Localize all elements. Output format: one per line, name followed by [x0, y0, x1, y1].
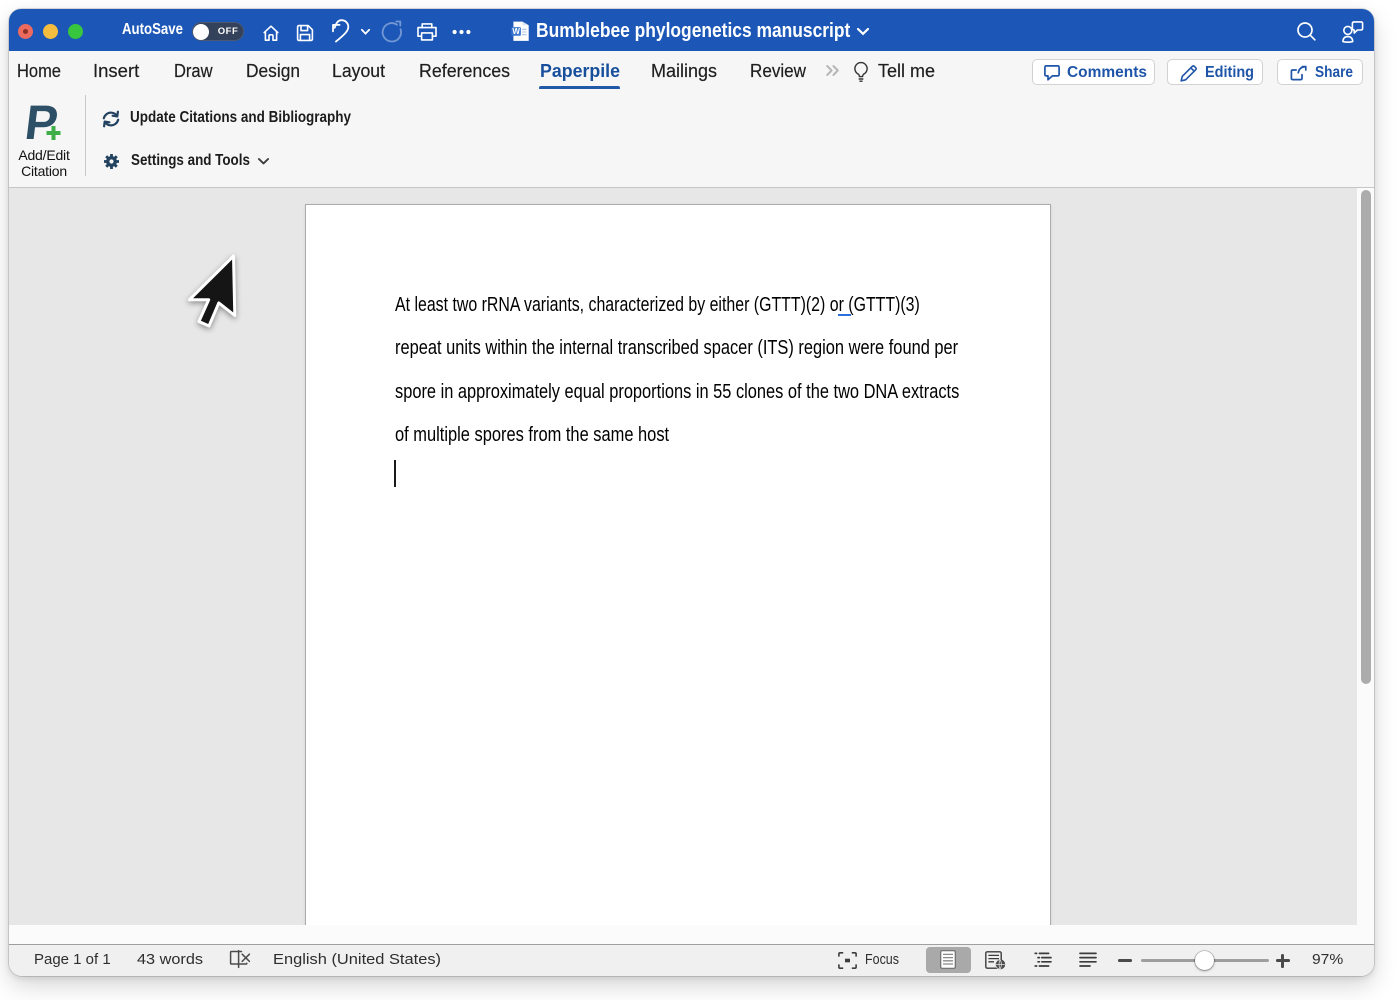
svg-text:W: W — [512, 27, 520, 36]
svg-text:P: P — [22, 96, 61, 150]
